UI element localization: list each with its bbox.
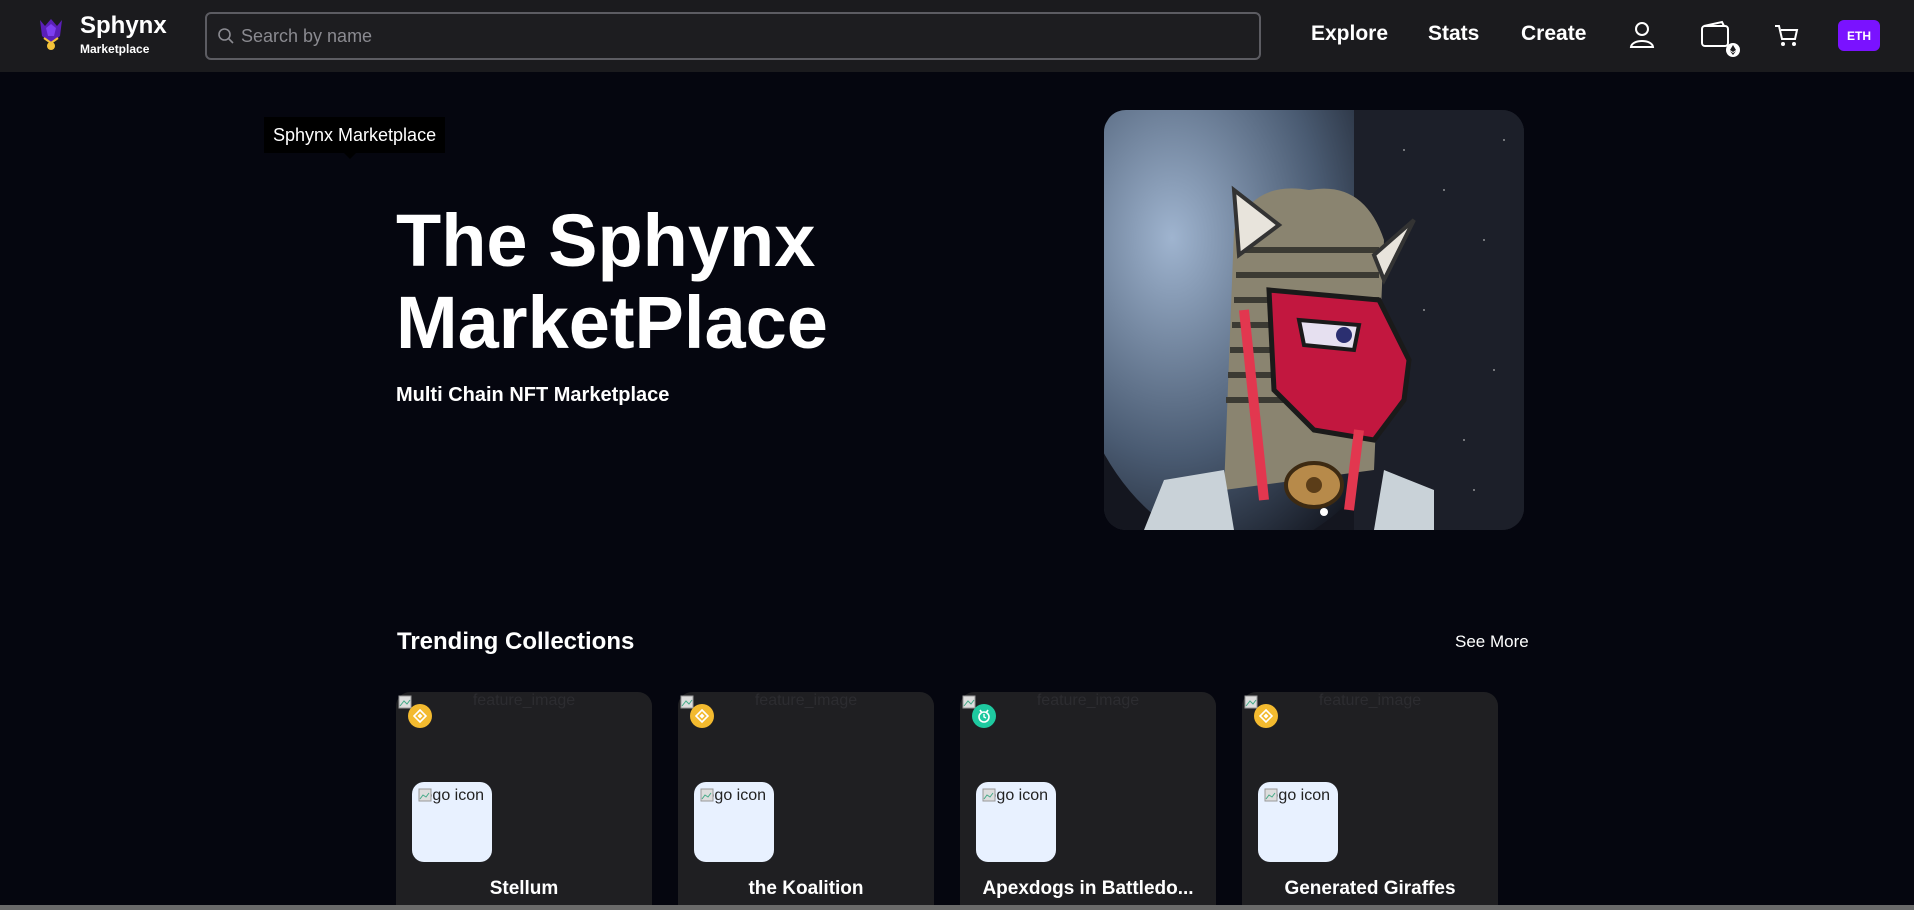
collection-card[interactable]: feature_image logo icon Generated Giraff… — [1242, 692, 1498, 910]
search-icon — [218, 28, 234, 44]
feature-image-alt: feature_image — [754, 692, 858, 709]
collection-name: Apexdogs in Battledo... — [982, 878, 1194, 899]
chain-icon — [972, 704, 996, 728]
user-icon[interactable] — [1627, 20, 1657, 50]
broken-image-icon — [700, 788, 714, 802]
collection-card[interactable]: feature_image logo icon Stellum — [396, 692, 652, 910]
horizontal-scrollbar[interactable] — [0, 905, 1914, 910]
wallet-icon[interactable] — [1700, 20, 1742, 60]
collection-logo: logo icon — [694, 782, 774, 862]
brand[interactable]: Sphynx Marketplace — [80, 12, 167, 56]
brand-name: Sphynx — [80, 12, 167, 39]
nav-explore[interactable]: Explore — [1311, 22, 1388, 46]
tooltip: Sphynx Marketplace — [264, 117, 446, 159]
network-button[interactable]: ETH — [1838, 20, 1880, 51]
broken-image-icon — [982, 788, 996, 802]
collection-card[interactable]: feature_image logo icon Apexdogs in Batt… — [960, 692, 1216, 910]
cart-icon[interactable] — [1772, 20, 1802, 50]
bnb-chain-icon — [690, 704, 714, 728]
nav-stats[interactable]: Stats — [1428, 22, 1479, 46]
hero-nft-image[interactable] — [1104, 110, 1524, 530]
feature-image-alt: feature_image — [1318, 692, 1422, 709]
brand-subtitle: Marketplace — [80, 42, 150, 56]
search-input[interactable] — [241, 25, 1241, 47]
sphynx-logo-icon[interactable] — [36, 16, 66, 52]
search-bar[interactable] — [205, 12, 1261, 60]
broken-image-icon — [418, 788, 432, 802]
collection-logo: logo icon — [976, 782, 1056, 862]
collection-card[interactable]: feature_image logo icon the Koalition — [678, 692, 934, 910]
collection-logo: logo icon — [412, 782, 492, 862]
collection-name: Generated Giraffes — [1284, 878, 1456, 899]
bnb-chain-icon — [408, 704, 432, 728]
top-navbar: Sphynx Marketplace Explore Stats Create … — [0, 0, 1914, 72]
hero-subtitle: Multi Chain NFT Marketplace — [396, 384, 670, 406]
hero-title: The Sphynx MarketPlace — [396, 199, 828, 364]
collection-name: the Koalition — [748, 878, 864, 899]
carousel-dot[interactable] — [1320, 508, 1328, 516]
feature-image-alt: feature_image — [1036, 692, 1140, 709]
broken-image-icon — [1264, 788, 1278, 802]
feature-image-alt: feature_image — [472, 692, 576, 709]
bnb-chain-icon — [1254, 704, 1278, 728]
see-more-link[interactable]: See More — [1455, 632, 1529, 652]
nav-create[interactable]: Create — [1521, 22, 1586, 46]
collection-logo: logo icon — [1258, 782, 1338, 862]
sphynx-nft-artwork-icon — [1104, 110, 1524, 530]
trending-title: Trending Collections — [397, 628, 635, 655]
collection-name: Stellum — [489, 878, 559, 899]
